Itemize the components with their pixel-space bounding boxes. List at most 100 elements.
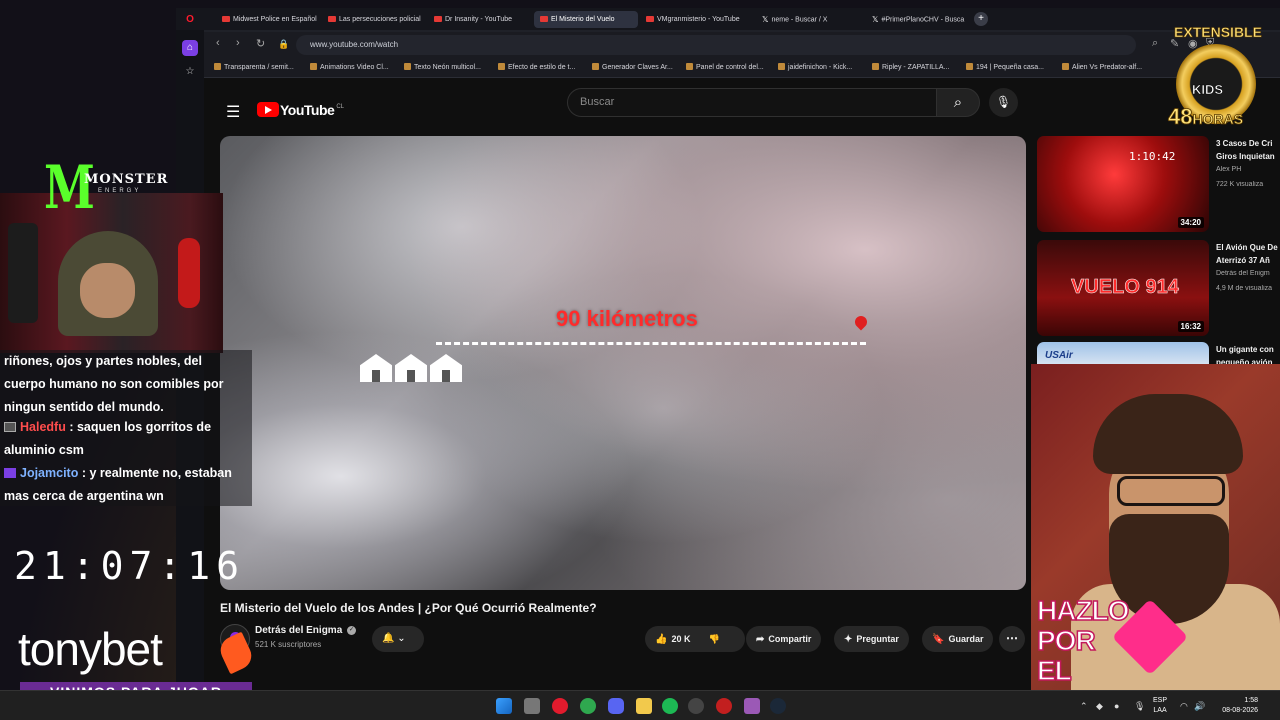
promo-line: HAZLO — [1036, 595, 1130, 627]
tab-3[interactable]: Dr Insanity - YouTube — [428, 11, 532, 28]
bookmark[interactable]: Panel de control del... — [686, 63, 764, 71]
url-field[interactable]: www.youtube.com/watch — [296, 35, 1136, 55]
video-player[interactable]: 90 kilómetros — [220, 136, 1026, 590]
bookmark[interactable]: Generador Claves Ar... — [592, 63, 673, 71]
tab-7[interactable]: 𝕏 #PrimerPlanoCHV - Busca — [866, 11, 970, 28]
event-hours-number: 48 — [1168, 104, 1193, 130]
glasses-icon — [1117, 476, 1225, 506]
youtube-play-icon — [257, 102, 279, 118]
reload-icon[interactable]: ↻ — [256, 37, 265, 50]
bookmark[interactable]: Ripley - ZAPATILLA... — [872, 63, 949, 71]
related-title[interactable]: Un gigante con — [1216, 344, 1280, 355]
spotify-icon[interactable] — [662, 698, 678, 714]
chat-message: riñones, ojos y partes nobles, del cuerp… — [4, 350, 244, 419]
opera-logo-icon[interactable]: O — [182, 12, 198, 28]
ask-label: Preguntar — [856, 634, 899, 644]
related-views: 4,9 M de visualiza — [1216, 285, 1273, 292]
streamer-face — [80, 263, 135, 318]
related-title[interactable]: El Avión Que De — [1216, 242, 1280, 253]
time-text: 1:58 — [1244, 697, 1258, 704]
bookmark[interactable]: Texto Neón multicol... — [404, 63, 481, 71]
share-icon: ➦ — [756, 634, 765, 645]
tab-4-active[interactable]: El Misterio del Vuelo — [534, 11, 638, 28]
taskbar: ⌃ ◆ ● 🎙 ESP LAA ◠ 🔊 1:58 08-08-2026 — [0, 690, 1280, 720]
video-duration: 34:20 — [1177, 217, 1204, 228]
bookmark[interactable]: Animations Video Cl... — [310, 63, 389, 71]
hamburger-menu-icon[interactable]: ☰ — [226, 102, 240, 122]
new-tab-button[interactable]: + — [974, 12, 988, 26]
tray-app-icon[interactable]: ● — [1114, 701, 1119, 711]
opera-icon[interactable] — [552, 698, 568, 714]
youtube-icon — [328, 16, 336, 23]
bookmark[interactable]: Alien Vs Predator-alf... — [1062, 63, 1142, 71]
forward-icon[interactable]: › — [236, 37, 240, 49]
thumbnail-timestamp: 1:10:42 — [1129, 150, 1176, 163]
channel-name[interactable]: Detrás del Enigma — [255, 625, 342, 636]
star-icon[interactable]: ☆ — [182, 64, 198, 80]
youtube-logo[interactable]: YouTube CL — [257, 101, 344, 118]
like-count: 20 K — [671, 634, 691, 644]
promo-line: EL — [1036, 655, 1072, 687]
tab-6[interactable]: 𝕏neme - Buscar / X — [756, 11, 860, 28]
home-icon[interactable]: ⌂ — [182, 40, 198, 56]
video-duration: 16:32 — [1177, 321, 1204, 332]
microphone-icon[interactable]: 🎙 — [989, 88, 1018, 117]
bookmark[interactable]: jaidefinichon - Kick... — [778, 63, 852, 71]
lock-icon: 🔒 — [278, 39, 290, 49]
share-button[interactable]: ➦ Compartir — [746, 626, 822, 652]
more-options-icon[interactable]: ⋯ — [999, 626, 1025, 652]
windows-start-icon[interactable] — [496, 698, 512, 714]
video-distance-label: 90 kilómetros — [556, 306, 698, 331]
related-title[interactable]: 3 Casos De Cri — [1216, 138, 1280, 149]
tray-overflow-icon[interactable]: ⌃ — [1080, 701, 1088, 712]
volume-icon[interactable]: 🔊 — [1194, 701, 1205, 712]
wifi-icon[interactable]: ◠ — [1180, 701, 1188, 712]
search-input[interactable]: Buscar — [567, 88, 937, 117]
youtube-icon — [222, 16, 230, 23]
obs-icon[interactable] — [688, 698, 704, 714]
thumbs-up-icon: 👍 — [655, 634, 668, 645]
streamer-webcam — [0, 193, 223, 353]
related-thumbnail[interactable]: VUELO 914 16:32 — [1037, 240, 1209, 336]
task-view-icon[interactable] — [524, 698, 540, 714]
house-icon — [430, 354, 462, 382]
tray-app-icon[interactable]: ◆ — [1096, 701, 1103, 712]
layout-code: LAA — [1153, 707, 1167, 714]
ask-button[interactable]: ✦ Preguntar — [834, 626, 909, 652]
system-clock[interactable]: 1:58 08-08-2026 — [1210, 696, 1258, 716]
save-button[interactable]: 🔖 Guardar — [922, 626, 994, 652]
bookmark[interactable]: 194 | Pequeña casa... — [966, 63, 1044, 71]
microphone-tray-icon[interactable]: 🎙 — [1134, 701, 1145, 712]
related-title[interactable]: Giros Inquietan — [1216, 151, 1280, 162]
recording-icon[interactable] — [716, 698, 732, 714]
tab-1[interactable]: Midwest Police en Español — [216, 11, 320, 28]
discord-icon[interactable] — [608, 698, 624, 714]
event-kids: KIDS — [1192, 82, 1224, 98]
thumbs-down-icon[interactable]: 👎 — [708, 634, 719, 644]
like-button[interactable]: 👍 20 K 👎 — [645, 626, 745, 652]
folder-icon[interactable] — [636, 698, 652, 714]
search-icon[interactable]: ⌕ — [936, 88, 980, 117]
bookmark[interactable]: Transparenta / semit... — [214, 63, 294, 71]
notifications-button[interactable]: 🔔 ⌄ — [372, 626, 424, 652]
search-page-icon[interactable]: ⌕ — [1152, 37, 1158, 50]
thumbnail-text: VUELO 914 — [1071, 276, 1179, 299]
chat-overlay: riñones, ojos y partes nobles, del cuerp… — [0, 350, 252, 506]
back-icon[interactable]: ‹ — [216, 37, 220, 49]
xbox-icon[interactable] — [580, 698, 596, 714]
tab-2[interactable]: Las persecuciones policial — [322, 11, 426, 28]
tab-label: Las persecuciones policial — [339, 16, 421, 23]
tab-label: #PrimerPlanoCHV - Busca — [881, 16, 965, 24]
related-title[interactable]: Aterrizó 37 Añ — [1216, 255, 1280, 266]
tab-5[interactable]: VMgranmisterio - YouTube — [640, 11, 744, 28]
related-thumbnail[interactable]: 1:10:42 34:20 — [1037, 136, 1209, 232]
address-bar: ‹ › ↻ 🔒 www.youtube.com/watch ⌕ ✎ ◉ ⛨ — [204, 32, 1280, 58]
app-icon[interactable] — [744, 698, 760, 714]
youtube-icon — [434, 16, 442, 23]
steam-icon[interactable] — [770, 698, 786, 714]
event-title: EXTENSIBLE — [1174, 24, 1263, 41]
language-indicator[interactable]: ESP LAA — [1153, 696, 1167, 716]
related-channel: Alex PH — [1216, 166, 1242, 173]
bookmark[interactable]: Efecto de estilo de t... — [498, 63, 575, 71]
youtube-icon — [646, 16, 654, 23]
